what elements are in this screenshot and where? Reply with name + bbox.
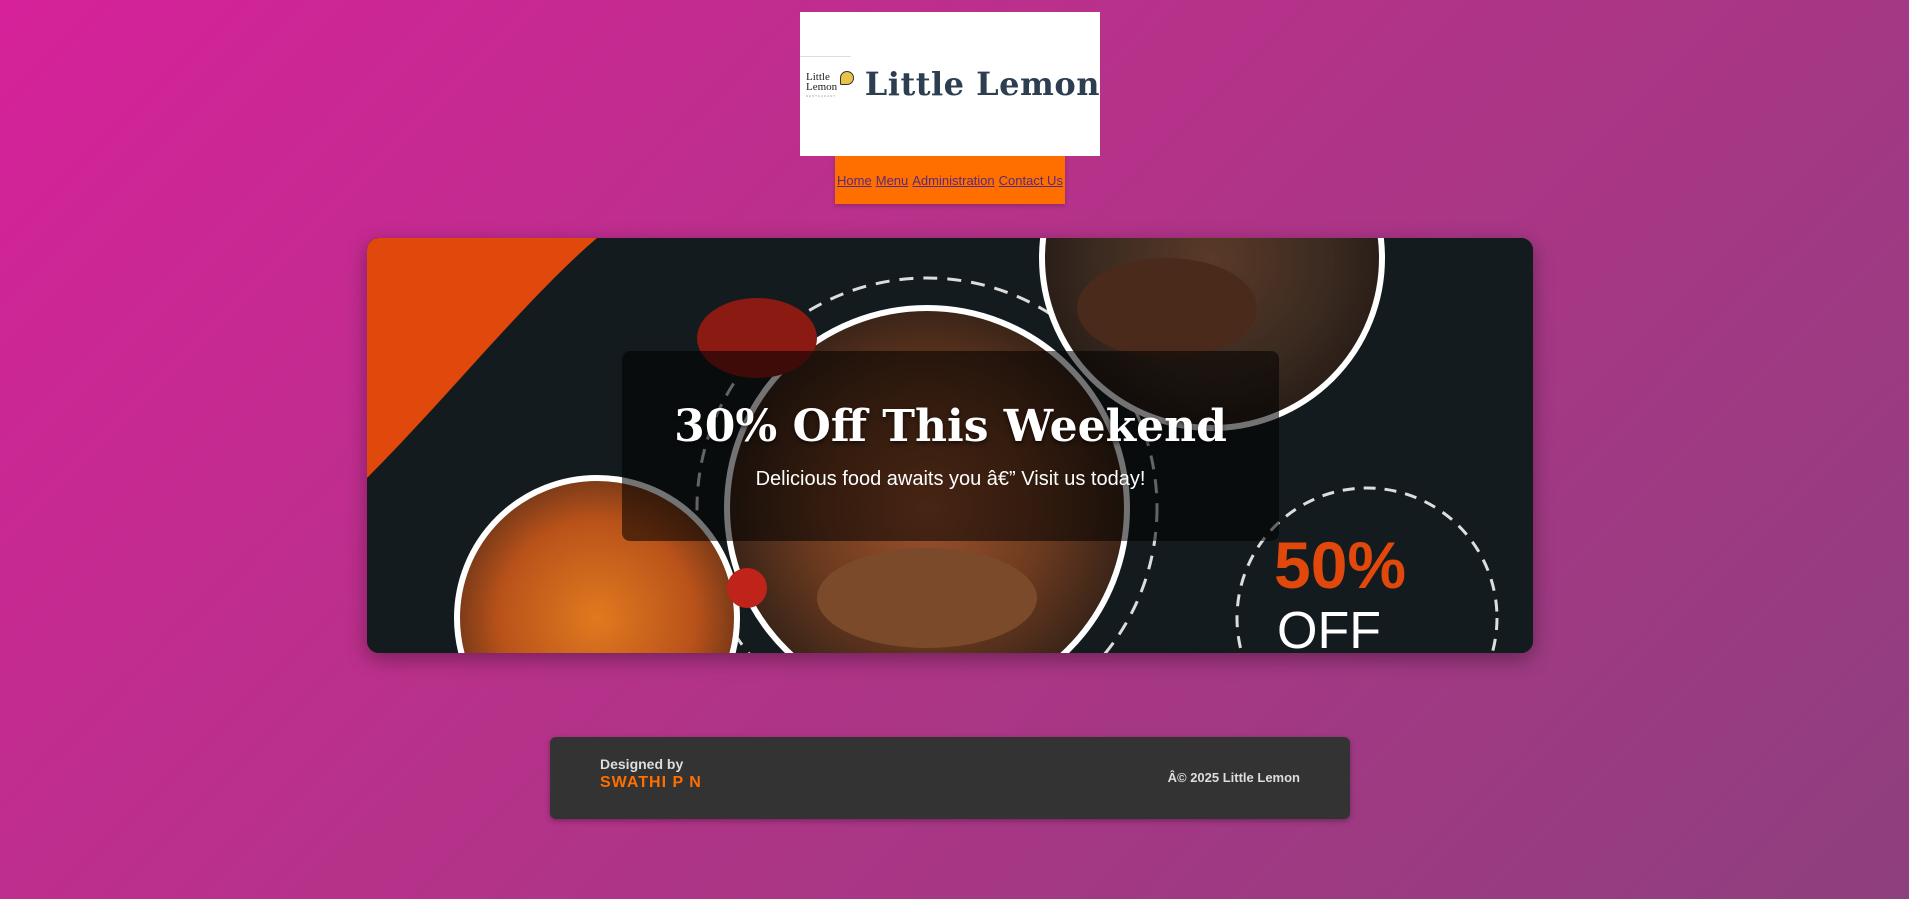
- main-nav: Home Menu Administration Contact Us: [835, 156, 1065, 204]
- copyright-text: Â© 2025 Little Lemon: [1167, 770, 1300, 785]
- logo-tagline: RESTAURANT: [806, 93, 837, 98]
- nav-link-home[interactable]: Home: [837, 173, 872, 188]
- lemon-icon: [840, 70, 854, 85]
- site-footer: Designed by SWATHI P N Â© 2025 Little Le…: [550, 737, 1350, 819]
- designer-name: SWATHI P N: [600, 774, 702, 791]
- banner-headline: 30% Off This Weekend: [674, 401, 1227, 452]
- site-header: Little Lemon RESTAURANT Little Lemon: [800, 12, 1100, 156]
- banner-overlay: 30% Off This Weekend Delicious food awai…: [622, 351, 1279, 541]
- poster-discount-text: 50%: [1274, 528, 1406, 602]
- banner-subtext: Delicious food awaits you â€” Visit us t…: [755, 468, 1146, 490]
- brand-title: Little Lemon: [864, 65, 1100, 103]
- promo-banner: 50% OFF 30% Off This Weekend Delicious f…: [367, 238, 1533, 653]
- designed-by-label: Designed by: [600, 756, 684, 772]
- nav-link-administration[interactable]: Administration: [912, 173, 994, 188]
- logo[interactable]: Little Lemon RESTAURANT: [800, 55, 854, 113]
- nav-link-menu[interactable]: Menu: [876, 173, 909, 188]
- poster-off-text: OFF: [1277, 602, 1381, 653]
- nav-link-contact-us[interactable]: Contact Us: [999, 173, 1063, 188]
